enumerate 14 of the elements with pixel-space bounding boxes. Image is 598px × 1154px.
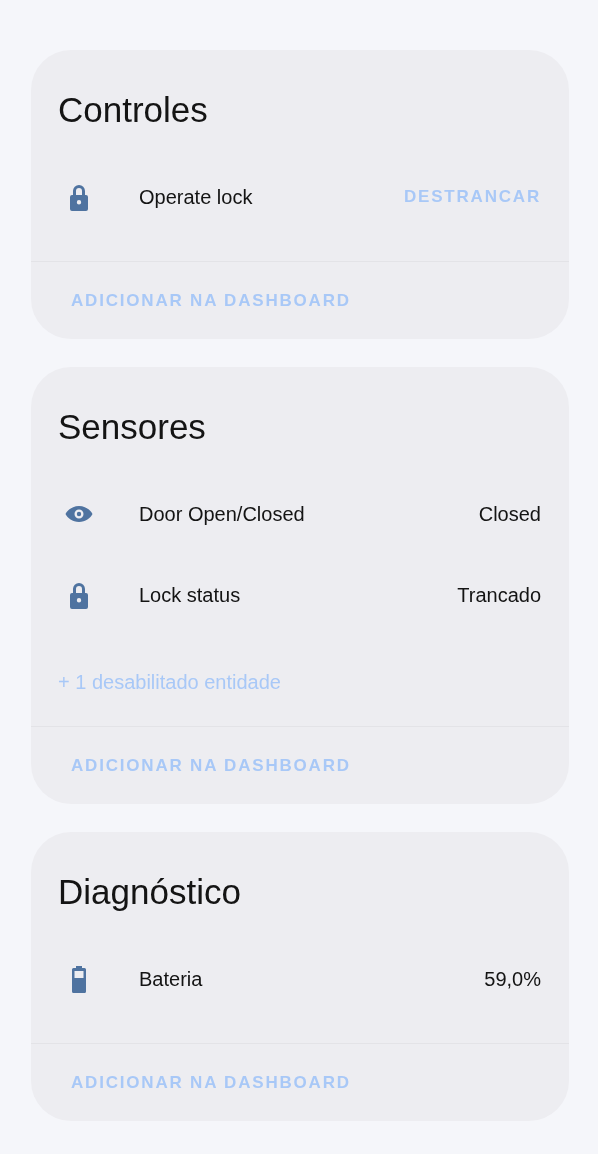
entity-name[interactable]: Door Open/Closed (139, 498, 479, 529)
entity-state: Closed (478, 501, 541, 527)
card-title: Diagnóstico (57, 871, 242, 913)
card-title: Controles (57, 89, 209, 131)
entity-name[interactable]: Operate lock (139, 181, 404, 212)
card-title: Sensores (57, 406, 207, 448)
entity-state: 59,0% (484, 966, 541, 992)
entity-name[interactable]: Bateria (139, 963, 485, 994)
unlock-button[interactable]: DESTRANCAR (404, 183, 541, 210)
add-to-dashboard-button[interactable]: ADICIONAR NA DASHBOARD (71, 287, 351, 314)
entity-state: Trancado (457, 582, 541, 608)
entity-name[interactable]: Lock status (139, 579, 458, 610)
add-to-dashboard-button[interactable]: ADICIONAR NA DASHBOARD (71, 1069, 351, 1096)
add-to-dashboard-button[interactable]: ADICIONAR NA DASHBOARD (71, 752, 351, 779)
